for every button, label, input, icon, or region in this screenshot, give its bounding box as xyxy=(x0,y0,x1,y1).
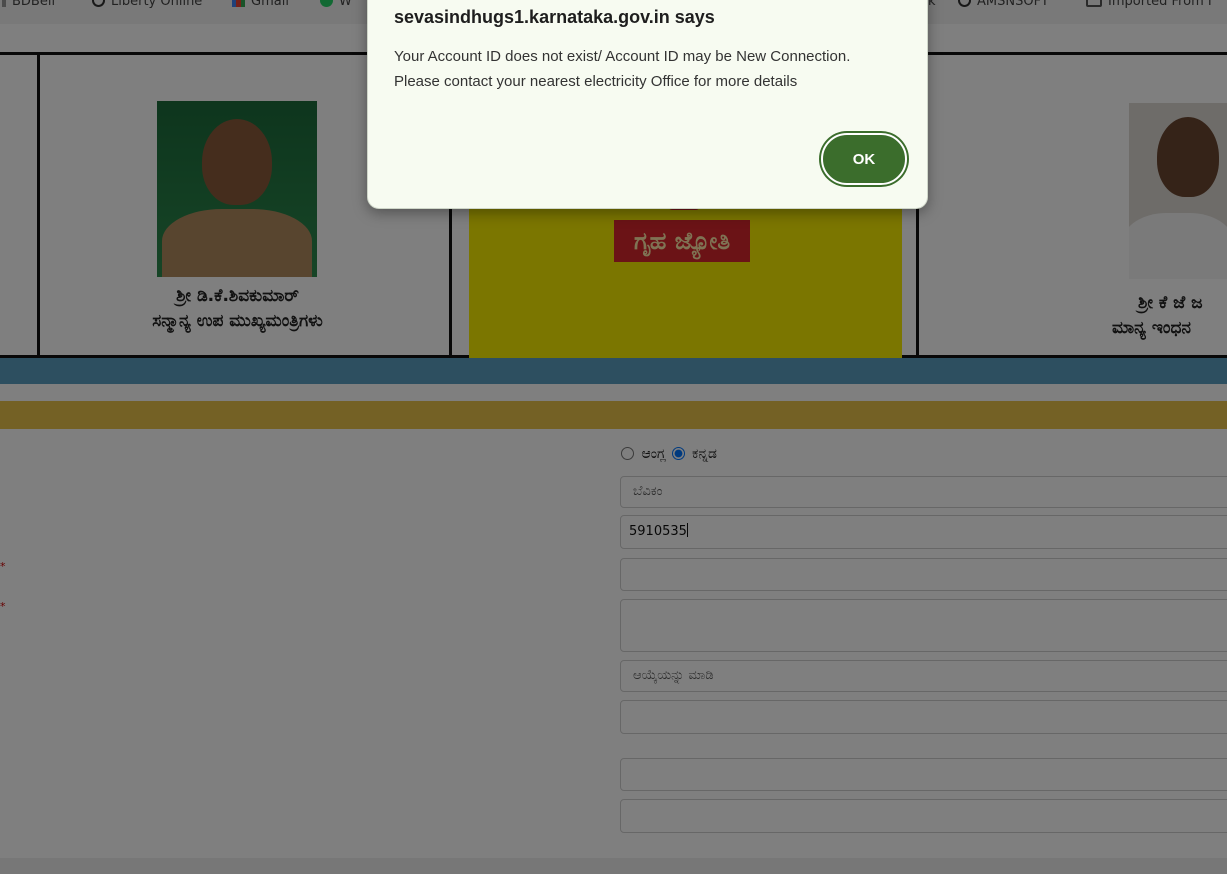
ok-button[interactable]: OK xyxy=(821,133,907,185)
dialog-title: sevasindhugs1.karnataka.gov.in says xyxy=(394,7,715,27)
dialog-message-line: Please contact your nearest electricity … xyxy=(394,73,798,90)
dialog-message-line: Your Account ID does not exist/ Account … xyxy=(394,48,851,65)
alert-dialog: sevasindhugs1.karnataka.gov.in says Your… xyxy=(367,0,928,209)
dialog-message: Your Account ID does not exist/ Account … xyxy=(394,44,914,94)
